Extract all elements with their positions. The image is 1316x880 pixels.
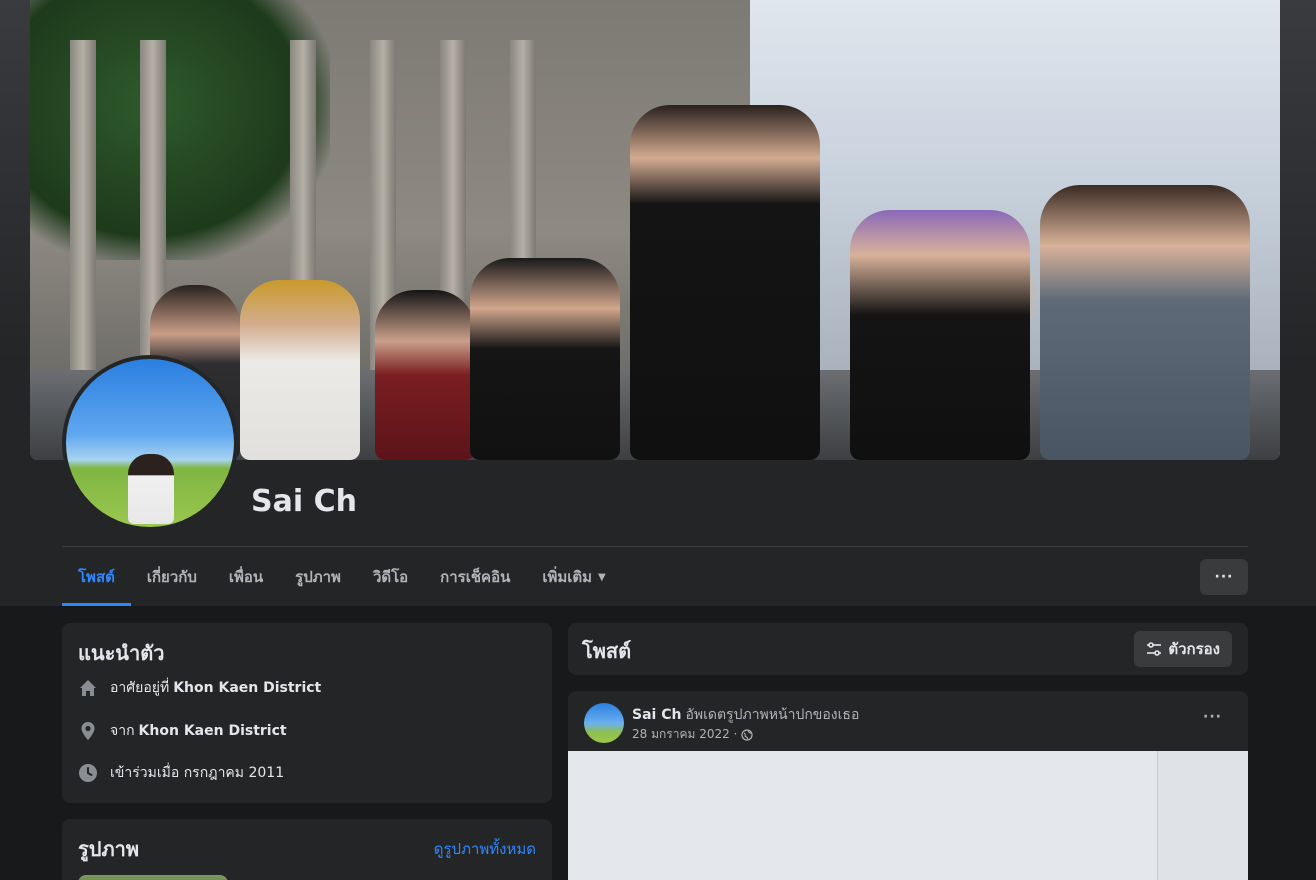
filter-label: ตัวกรอง (1168, 640, 1220, 658)
intro-row-lives-in: อาศัยอยู่ที่ Khon Kaen District (78, 677, 321, 699)
tab-label: โพสต์ (78, 568, 115, 586)
profile-more-button[interactable]: ··· (1200, 559, 1248, 595)
posts-title: โพสต์ (582, 639, 632, 663)
profile-tabs: โพสต์ เกี่ยวกับ เพื่อน รูปภาพ วิดีโอ การ… (62, 548, 622, 606)
post-card: Sai Ch อัพเดตรูปภาพหน้าปกของเธอ 28 มกราคม… (568, 691, 1248, 880)
see-all-photos-link[interactable]: ดูรูปภาพทั้งหมด (434, 837, 536, 861)
intro-card: แนะนำตัว อาศัยอยู่ที่ Khon Kaen District … (62, 623, 552, 803)
post-action-text: อัพเดตรูปภาพหน้าปกของเธอ (685, 707, 860, 723)
cover-person (1040, 185, 1250, 460)
cover-person (850, 210, 1030, 460)
tab-label: เกี่ยวกับ (146, 568, 197, 586)
intro-row-text: เข้าร่วมเมื่อ กรกฎาคม 2011 (110, 765, 285, 781)
post-options-button[interactable]: ··· (1203, 709, 1222, 725)
cover-person (470, 258, 620, 460)
cover-person (630, 105, 820, 460)
tab-posts[interactable]: โพสต์ (62, 548, 131, 606)
intro-row-from: จาก Khon Kaen District (78, 720, 287, 742)
photos-title: รูปภาพ (78, 837, 140, 861)
tab-checkins[interactable]: การเช็คอิน (424, 548, 526, 606)
avatar-photo (66, 359, 234, 527)
tab-label: การเช็คอิน (440, 568, 511, 586)
post-author-avatar[interactable] (584, 703, 624, 743)
profile-avatar[interactable] (62, 355, 238, 531)
location-pin-icon (78, 721, 98, 741)
intro-title: แนะนำตัว (78, 641, 165, 665)
post-author-name[interactable]: Sai Ch (632, 707, 681, 723)
post-image-side (1158, 751, 1248, 880)
post-meta: 28 มกราคม 2022 · (632, 725, 753, 744)
intro-row-text: จาก (110, 723, 135, 739)
intro-row-joined: เข้าร่วมเมื่อ กรกฎาคม 2011 (78, 762, 284, 784)
intro-row-text: อาศัยอยู่ที่ (110, 680, 170, 696)
filter-icon (1146, 641, 1162, 657)
tab-label: เพื่อน (228, 568, 264, 586)
tab-label: เพิ่มเติม (542, 568, 593, 586)
tab-about[interactable]: เกี่ยวกับ (131, 548, 213, 606)
tab-label: รูปภาพ (295, 568, 341, 586)
avatar-person (128, 454, 174, 524)
post-image[interactable] (568, 751, 1248, 880)
intro-row-place[interactable]: Khon Kaen District (173, 680, 321, 696)
globe-icon (741, 728, 753, 741)
post-header-line: Sai Ch อัพเดตรูปภาพหน้าปกของเธอ (632, 704, 859, 726)
photo-thumbnail[interactable] (78, 875, 228, 880)
profile-name: Sai Ch (251, 484, 357, 519)
cover-person (240, 280, 360, 460)
posts-header-card: โพสต์ ตัวกรอง (568, 623, 1248, 675)
tab-videos[interactable]: วิดีโอ (357, 548, 424, 606)
cover-person (375, 290, 475, 460)
tab-more[interactable]: เพิ่มเติม ▼ (526, 548, 621, 606)
post-date[interactable]: 28 มกราคม 2022 · (632, 725, 737, 744)
filter-button[interactable]: ตัวกรอง (1134, 631, 1232, 667)
tab-photos[interactable]: รูปภาพ (279, 548, 357, 606)
home-icon (78, 678, 98, 698)
caret-down-icon: ▼ (598, 571, 606, 583)
tab-friends[interactable]: เพื่อน (213, 548, 279, 606)
tab-label: วิดีโอ (372, 568, 409, 586)
clock-icon (78, 763, 98, 783)
header-divider (62, 546, 1248, 547)
photos-card: รูปภาพ ดูรูปภาพทั้งหมด (62, 819, 552, 880)
intro-row-place[interactable]: Khon Kaen District (139, 723, 287, 739)
